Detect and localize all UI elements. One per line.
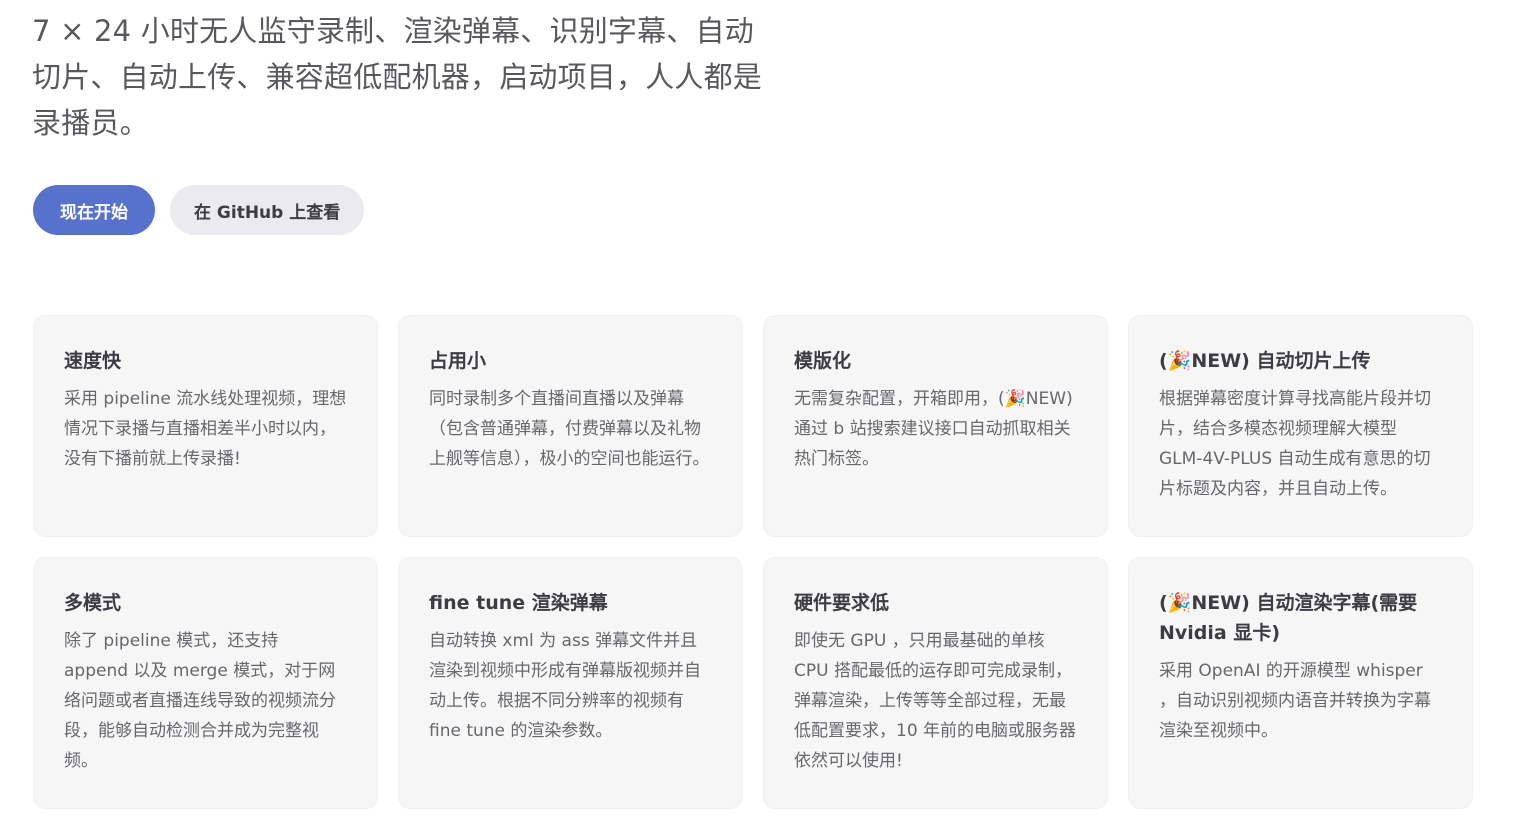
feature-description: 同时录制多个直播间直播以及弹幕（包含普通弹幕，付费弹幕以及礼物上舰等信息），极小… <box>429 389 710 469</box>
feature-card-modes: 多模式 除了 pipeline 模式，还支持 append 以及 merge 模… <box>33 557 378 809</box>
feature-title: 多模式 <box>64 592 122 614</box>
feature-card-auto-clip: (🎉NEW) 自动切片上传 根据弹幕密度计算寻找高能片段并切片，结合多模态视频理… <box>1128 315 1473 537</box>
hero-section: 7 × 24 小时无人监守录制、渲染弹幕、识别字幕、自动切片、自动上传、兼容超低… <box>32 8 762 146</box>
feature-title: 硬件要求低 <box>794 592 890 614</box>
get-started-button[interactable]: 现在开始 <box>33 185 155 235</box>
feature-title: (🎉NEW) 自动切片上传 <box>1159 350 1371 372</box>
feature-card-auto-subtitles: (🎉NEW) 自动渲染字幕(需要 Nvidia 显卡) 采用 OpenAI 的开… <box>1128 557 1473 809</box>
feature-title: fine tune 渲染弹幕 <box>429 592 608 614</box>
feature-description: 无需复杂配置，开箱即用，(🎉NEW) 通过 b 站搜索建议接口自动抓取相关热门标… <box>794 389 1073 469</box>
feature-title: (🎉NEW) 自动渲染字幕(需要 Nvidia 显卡) <box>1159 592 1418 644</box>
feature-description: 根据弹幕密度计算寻找高能片段并切片，结合多模态视频理解大模型 GLM-4V-PL… <box>1159 389 1431 499</box>
feature-description: 自动转换 xml 为 ass 弹幕文件并且渲染到视频中形成有弹幕版视频并自动上传… <box>429 631 701 741</box>
hero-actions: 现在开始 在 GitHub 上查看 <box>33 185 365 235</box>
feature-description: 即使无 GPU ，只用最基础的单核 CPU 搭配最低的运存即可完成录制，弹幕渲染… <box>794 631 1077 771</box>
feature-card-low-hardware: 硬件要求低 即使无 GPU ，只用最基础的单核 CPU 搭配最低的运存即可完成录… <box>763 557 1108 809</box>
hero-tagline: 7 × 24 小时无人监守录制、渲染弹幕、识别字幕、自动切片、自动上传、兼容超低… <box>32 14 763 140</box>
feature-description: 采用 OpenAI 的开源模型 whisper ，自动识别视频内语音并转换为字幕… <box>1159 661 1431 741</box>
feature-card-speed: 速度快 采用 pipeline 流水线处理视频，理想情况下录播与直播相差半小时以… <box>33 315 378 537</box>
feature-card-danmaku-render: fine tune 渲染弹幕 自动转换 xml 为 ass 弹幕文件并且渲染到视… <box>398 557 743 809</box>
feature-card-templates: 模版化 无需复杂配置，开箱即用，(🎉NEW) 通过 b 站搜索建议接口自动抓取相… <box>763 315 1108 537</box>
view-on-github-button[interactable]: 在 GitHub 上查看 <box>170 185 365 235</box>
feature-title: 模版化 <box>794 350 852 372</box>
feature-description: 除了 pipeline 模式，还支持 append 以及 merge 模式，对于… <box>64 631 336 771</box>
feature-card-footprint: 占用小 同时录制多个直播间直播以及弹幕（包含普通弹幕，付费弹幕以及礼物上舰等信息… <box>398 315 743 537</box>
feature-description: 采用 pipeline 流水线处理视频，理想情况下录播与直播相差半小时以内，没有… <box>64 389 347 469</box>
feature-title: 速度快 <box>64 350 122 372</box>
feature-title: 占用小 <box>429 350 487 372</box>
features-grid: 速度快 采用 pipeline 流水线处理视频，理想情况下录播与直播相差半小时以… <box>33 315 1473 809</box>
